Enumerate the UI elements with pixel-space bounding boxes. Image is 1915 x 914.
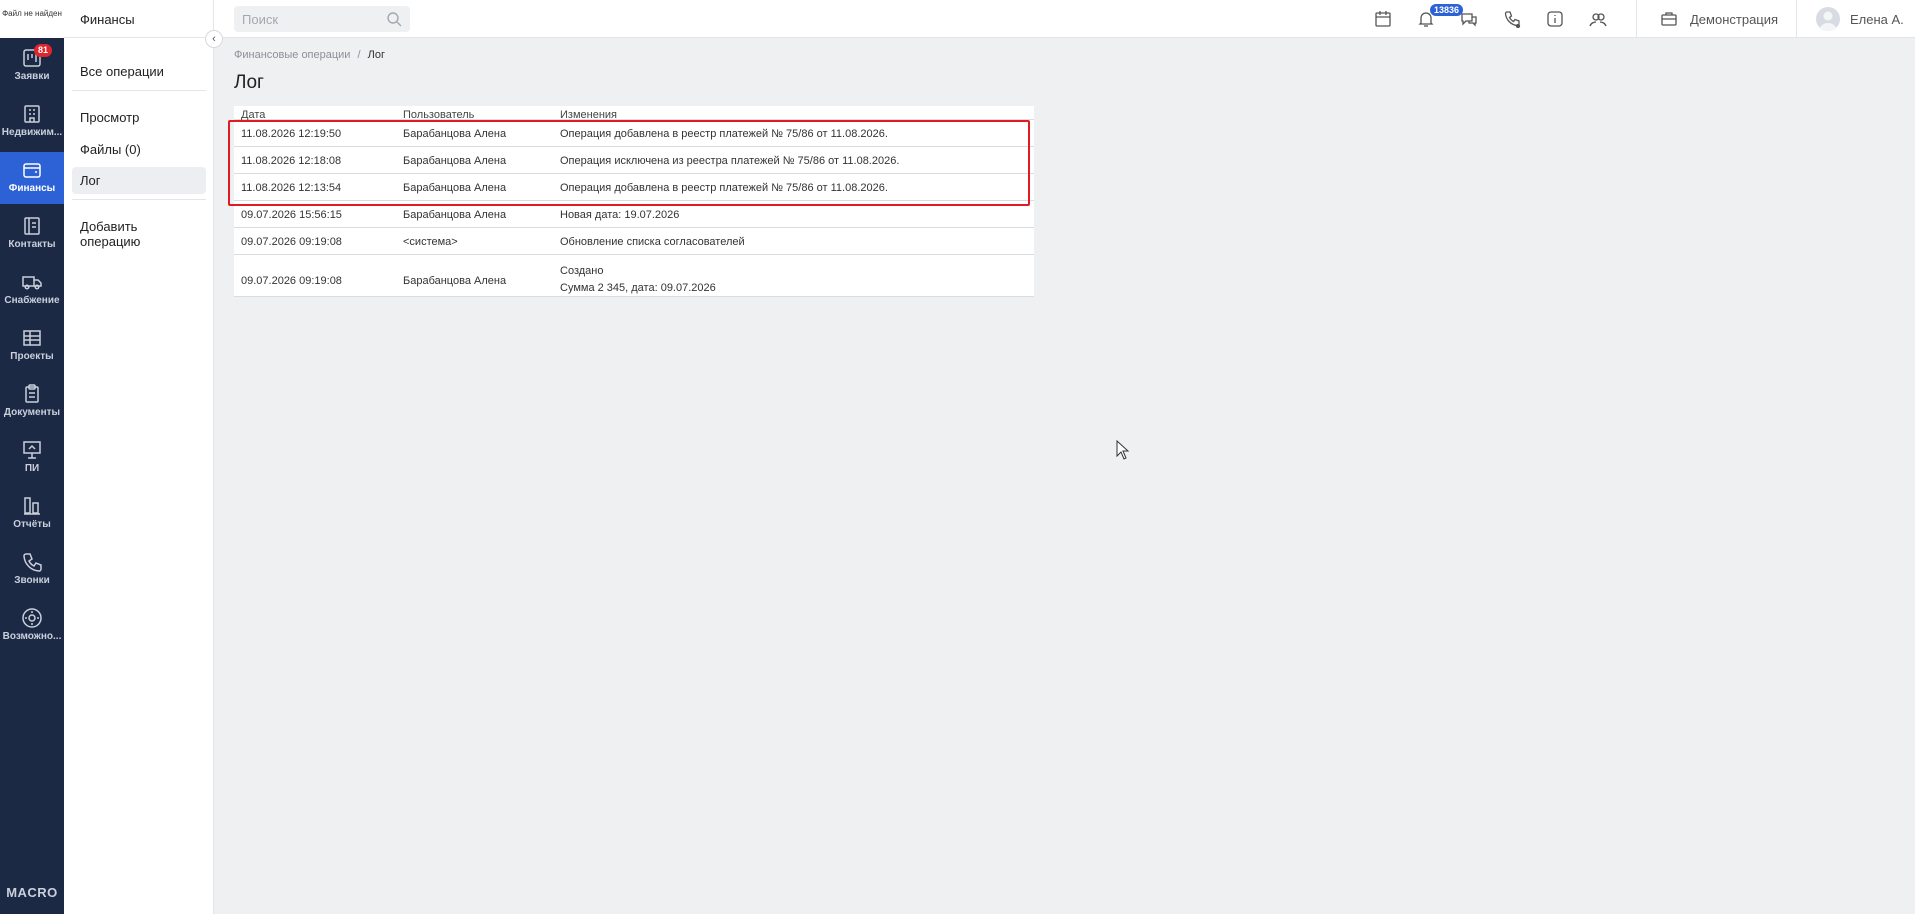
breadcrumb: Финансовые операции / Лог [234, 49, 385, 61]
nav-supply[interactable]: Снабжение [0, 264, 64, 316]
phone-call-icon[interactable] [1503, 10, 1521, 28]
clipboard-icon [25, 384, 39, 403]
nav-realty-label: Недвижим... [1, 127, 63, 138]
log-table: Дата Пользователь Изменения 11.08.2026 1… [234, 106, 1034, 297]
row-date: 11.08.2026 12:13:54 [241, 182, 342, 194]
finance-sidebar: Финансы Все операции Просмотр Файлы (0) … [64, 0, 214, 914]
row-change: Новая дата: 19.07.2026 [560, 209, 680, 221]
nav-features[interactable]: Возможно... [0, 600, 64, 652]
nav-calls-label: Звонки [14, 575, 50, 586]
row-change: Операция добавлена в реестр платежей № 7… [560, 182, 888, 194]
table-header: Дата Пользователь Изменения [234, 106, 1034, 121]
demo-mode-label[interactable]: Демонстрация [1690, 12, 1778, 27]
row-date: 11.08.2026 12:18:08 [241, 155, 342, 167]
sidebar-item-log[interactable]: Лог [72, 167, 206, 194]
building-icon [24, 105, 40, 123]
topbar-divider [1636, 0, 1637, 38]
row-date: 11.08.2026 12:19:50 [241, 128, 342, 140]
nav-features-label: Возможно... [2, 631, 62, 642]
wallet-icon [23, 163, 41, 178]
brand-logo: MACRO [6, 885, 58, 900]
nav-finance[interactable]: Финансы [0, 152, 64, 204]
nav-documents-label: Документы [3, 407, 61, 418]
row-user: Барабанцова Алена [403, 128, 507, 140]
row-user: Барабанцова Алена [403, 209, 507, 221]
sidebar-title: Финансы [64, 0, 213, 38]
row-user: Барабанцова Алена [403, 275, 507, 287]
nav-contacts[interactable]: Контакты [0, 208, 64, 260]
truck-icon [22, 276, 42, 290]
row-user: Барабанцова Алена [403, 182, 507, 194]
table-row: 11.08.2026 12:19:50 Барабанцова Алена Оп… [234, 120, 1034, 147]
sidebar-item-all-operations[interactable]: Все операции [72, 58, 206, 85]
row-date: 09.07.2026 09:19:08 [241, 236, 342, 248]
projects-icon [23, 330, 41, 346]
reports-icon [24, 497, 40, 515]
briefcase-icon [1661, 12, 1677, 26]
row-date: 09.07.2026 15:56:15 [241, 209, 342, 221]
page-title: Лог [234, 72, 264, 93]
avatar[interactable] [1816, 7, 1840, 31]
info-icon[interactable] [1546, 10, 1564, 28]
breadcrumb-separator: / [357, 49, 361, 61]
user-name[interactable]: Елена А. [1850, 12, 1904, 27]
row-user: Барабанцова Алена [403, 155, 507, 167]
row-change: Операция добавлена в реестр платежей № 7… [560, 128, 888, 140]
table-row: 11.08.2026 12:18:08 Барабанцова Алена Оп… [234, 147, 1034, 174]
requests-badge: 81 [34, 44, 53, 57]
search-input[interactable] [234, 6, 410, 32]
nav-projects-label: Проекты [10, 351, 54, 362]
breadcrumb-link-operations[interactable]: Финансовые операции [234, 49, 350, 61]
nav-requests[interactable]: 81 Заявки [0, 40, 64, 92]
row-change: Создано Сумма 2 345, дата: 09.07.2026 [560, 263, 716, 297]
row-change: Операция исключена из реестра платежей №… [560, 155, 900, 167]
breadcrumb-current: Лог [367, 49, 386, 61]
nav-reports[interactable]: Отчёты [0, 488, 64, 540]
nav-requests-label: Заявки [14, 71, 50, 82]
sidebar-item-view[interactable]: Просмотр [72, 104, 206, 131]
row-change: Обновление списка согласователей [560, 236, 745, 248]
row-date: 09.07.2026 09:19:08 [241, 275, 342, 287]
nav-pi[interactable]: ПИ [0, 432, 64, 484]
logo-placeholder: Файл не найден [0, 0, 64, 38]
collapse-sidebar-button[interactable]: ‹ [205, 30, 223, 48]
nav-calls[interactable]: Звонки [0, 544, 64, 596]
nav-realty[interactable]: Недвижим... [0, 96, 64, 148]
users-icon[interactable] [1589, 10, 1607, 28]
nav-documents[interactable]: Документы [0, 376, 64, 428]
nav-supply-label: Снабжение [4, 295, 60, 306]
phone-icon [23, 553, 42, 572]
row-user: <система> [403, 236, 458, 248]
main-nav-rail: Файл не найден 81 Заявки Недвижим... Фин… [0, 0, 64, 914]
nav-contacts-label: Контакты [8, 239, 56, 250]
chevron-left-icon: ‹ [212, 33, 216, 45]
table-row: 09.07.2026 15:56:15 Барабанцова Алена Но… [234, 201, 1034, 228]
top-bar: 13836 Демонстрация Елена А. [214, 0, 1915, 38]
nav-finance-label: Финансы [8, 183, 56, 194]
search-icon[interactable] [386, 11, 402, 27]
row-change-line: Создано [560, 265, 604, 277]
table-row: 09.07.2026 09:19:08 Барабанцова Алена Со… [234, 255, 1034, 297]
sidebar-item-files[interactable]: Файлы (0) [72, 136, 206, 163]
sidebar-divider [72, 90, 206, 91]
table-row: 11.08.2026 12:13:54 Барабанцова Алена Оп… [234, 174, 1034, 201]
nav-reports-label: Отчёты [13, 519, 51, 530]
sidebar-item-add-operation[interactable]: Добавить операцию [72, 213, 206, 255]
nav-pi-label: ПИ [24, 463, 40, 474]
chat-icon[interactable] [1460, 10, 1478, 28]
row-change-line: Сумма 2 345, дата: 09.07.2026 [560, 282, 716, 294]
nav-projects[interactable]: Проекты [0, 320, 64, 372]
contacts-icon [24, 217, 40, 235]
calendar-icon[interactable] [1374, 10, 1392, 28]
sidebar-divider [72, 199, 206, 200]
notifications-count-badge: 13836 [1430, 4, 1464, 16]
user-avatar-icon [1819, 11, 1837, 31]
presentation-icon [23, 441, 41, 459]
topbar-divider [1796, 0, 1797, 38]
gear-icon [22, 608, 42, 628]
mouse-cursor-icon [1116, 440, 1130, 460]
table-row: 09.07.2026 09:19:08 <система> Обновление… [234, 228, 1034, 255]
